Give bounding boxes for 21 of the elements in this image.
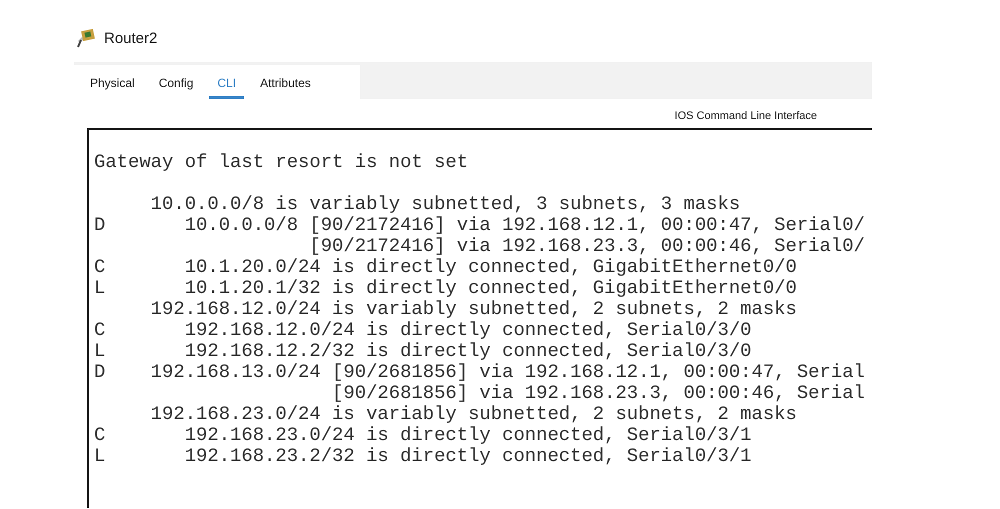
terminal-line: L 10.1.20.1/32 is directly connected, GigabitEthernet0/0 — [94, 278, 797, 299]
cli-header: IOS Command Line Interface — [674, 110, 817, 122]
terminal-line: 10.0.0.0/8 is variably subnetted, 3 subnets, 3 masks — [150, 194, 740, 215]
terminal-line: C 192.168.12.0/24 is directly connected, Serial0/3/0 — [94, 320, 752, 341]
terminal-line: D 192.168.13.0/24 [90/2681856] via 192.168.12.1, 00:00:47, Serial — [94, 362, 865, 383]
terminal-line: D 10.0.0.0/8 [90/2172416] via 192.168.12.1, 00:00:47, Serial0/ — [94, 215, 865, 236]
terminal-line: L 192.168.23.2/32 is directly connected, Serial0/3/1 — [94, 446, 752, 467]
terminal-line: C 192.168.23.0/24 is directly connected, Serial0/3/1 — [94, 425, 752, 446]
tab[interactable]: Attributes — [252, 76, 319, 99]
window-title: Router2 — [104, 30, 158, 46]
tab[interactable]: Config — [150, 76, 202, 99]
tab[interactable]: Physical — [82, 76, 143, 99]
router-icon — [76, 27, 98, 49]
terminal-line: 192.168.23.0/24 is variably subnetted, 2 subnets, 2 masks — [150, 404, 797, 425]
terminal-line: [90/2172416] via 192.168.23.3, 00:00:46, Serial0/ — [308, 236, 865, 257]
terminal-line: L 192.168.12.2/32 is directly connected, Serial0/3/0 — [94, 341, 752, 362]
terminal-line: Gateway of last resort is not set — [94, 152, 468, 173]
terminal-line: C 10.1.20.0/24 is directly connected, GigabitEthernet0/0 — [94, 257, 797, 278]
tab[interactable]: CLI — [209, 76, 244, 99]
terminal-line: 192.168.12.0/24 is variably subnetted, 2 subnets, 2 masks — [150, 299, 797, 320]
terminal-line: [90/2681856] via 192.168.23.3, 00:00:46, Serial — [331, 383, 865, 404]
